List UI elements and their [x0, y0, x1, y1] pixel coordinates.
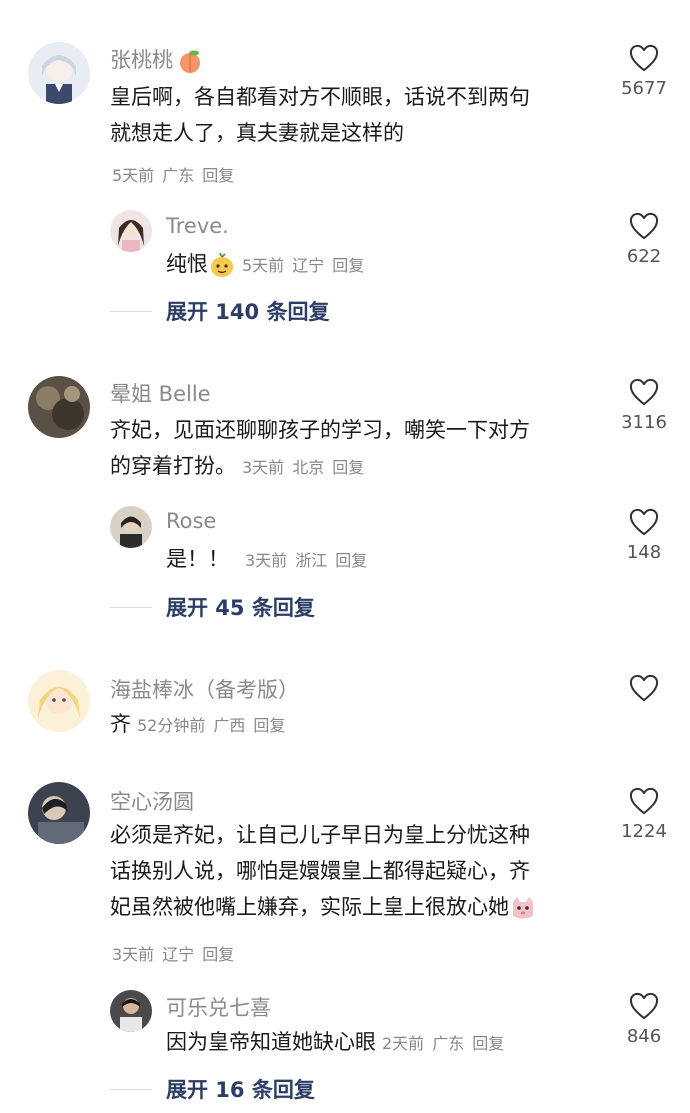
like-count: 846 — [626, 1026, 662, 1047]
like-button[interactable] — [604, 674, 684, 702]
avatar[interactable] — [110, 990, 152, 1032]
reply-button[interactable]: 回复 — [202, 166, 234, 185]
username[interactable]: 张桃桃 — [110, 44, 203, 74]
avatar[interactable] — [110, 506, 152, 548]
like-count: 148 — [626, 542, 662, 563]
avatar[interactable] — [28, 782, 90, 844]
heart-icon — [629, 992, 659, 1020]
comment-meta: 52分钟前 广西 回复 — [137, 716, 286, 735]
like-count: 1224 — [621, 821, 667, 842]
like-button[interactable]: 622 — [604, 212, 684, 267]
expand-replies-button[interactable]: 展开 140 条回复 — [110, 296, 329, 326]
username[interactable]: 可乐兑七喜 — [166, 992, 271, 1022]
cat-emoji-icon — [509, 894, 537, 922]
reply-text: 因为皇帝知道她缺心眼 2天前 广东 回复 — [166, 1024, 586, 1062]
like-button[interactable]: 1224 — [604, 787, 684, 842]
like-count: 3116 — [621, 412, 667, 433]
reply-text: 纯恨 5天前 辽宁 回复 — [166, 246, 526, 284]
like-count: 622 — [626, 246, 662, 267]
heart-icon — [629, 787, 659, 815]
reply-button[interactable]: 回复 — [253, 716, 285, 735]
reply-text: 是！！ 3天前 浙江 回复 — [166, 541, 526, 579]
comment-meta: 5天前 广东 回复 — [112, 166, 235, 185]
heart-icon — [629, 212, 659, 240]
heart-icon — [629, 508, 659, 536]
like-count: 5677 — [621, 78, 667, 99]
reply-button[interactable]: 回复 — [332, 458, 364, 477]
like-button[interactable]: 148 — [604, 508, 684, 563]
like-button[interactable]: 5677 — [604, 44, 684, 99]
avatar[interactable] — [110, 210, 152, 252]
avatar[interactable] — [28, 376, 90, 438]
avatar[interactable] — [28, 670, 90, 732]
reply-button[interactable]: 回复 — [202, 945, 234, 964]
username[interactable]: Rose — [166, 509, 216, 533]
reply-button[interactable]: 回复 — [332, 256, 364, 275]
avatar[interactable] — [28, 42, 90, 104]
username[interactable]: 空心汤圆 — [110, 786, 194, 816]
reply-meta: 3天前 浙江 回复 — [245, 551, 368, 570]
username[interactable]: 海盐棒冰（备考版） — [110, 674, 299, 704]
username[interactable]: 晕姐 Belle — [110, 378, 211, 408]
comment-text: 必须是齐妃，让自己儿子早日为皇上分忧这种 话换别人说，哪怕是嬛嬛皇上都得起疑心，… — [110, 817, 590, 925]
username[interactable]: Treve. — [166, 214, 229, 238]
heart-icon — [629, 44, 659, 72]
divider — [110, 310, 152, 312]
expand-replies-button[interactable]: 展开 45 条回复 — [110, 592, 315, 622]
comment-text: 皇后啊，各自都看对方不顺眼，话说不到两句 就想走人了，真夫妻就是这样的 — [110, 85, 530, 145]
reply-meta: 5天前 辽宁 回复 — [242, 256, 365, 275]
reply-meta: 2天前 广东 回复 — [382, 1034, 505, 1053]
reply-button[interactable]: 回复 — [472, 1034, 504, 1053]
reply-button[interactable]: 回复 — [335, 551, 367, 570]
heart-icon — [629, 378, 659, 406]
like-button[interactable]: 846 — [604, 992, 684, 1047]
comment-text: 齐 52分钟前 广西 回复 — [110, 706, 590, 744]
comment-meta: 3天前 辽宁 回复 — [112, 945, 235, 964]
divider — [110, 606, 152, 608]
comment-text: 齐妃，见面还聊聊孩子的学习，嘲笑一下对方 的穿着打扮。 3天前 北京 回复 — [110, 418, 530, 478]
divider — [110, 1088, 152, 1090]
comment-meta: 3天前 北京 回复 — [242, 458, 365, 477]
heart-icon — [629, 674, 659, 702]
like-button[interactable]: 3116 — [604, 378, 684, 433]
expand-replies-button[interactable]: 展开 16 条回复 — [110, 1074, 315, 1104]
peach-icon — [177, 48, 203, 74]
mango-face-icon — [208, 251, 236, 279]
